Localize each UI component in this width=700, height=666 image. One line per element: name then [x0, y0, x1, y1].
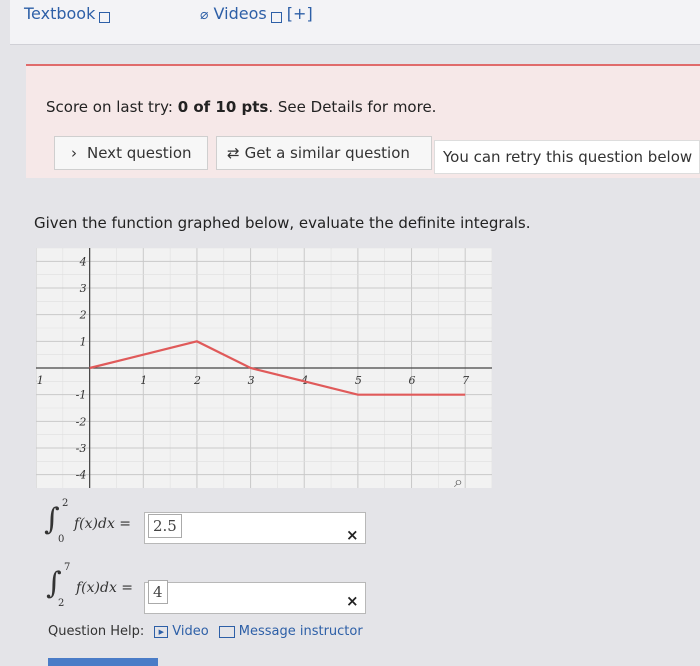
score-suffix: . See Details for more.: [268, 98, 437, 116]
message-instructor-label: Message instructor: [238, 624, 363, 639]
integral-sign: ∫: [46, 566, 62, 601]
graph-svg: -112345674321-1-2-3-4: [33, 247, 493, 488]
answer-input-2[interactable]: 4: [148, 580, 168, 604]
expand-videos-button[interactable]: [+]: [287, 4, 313, 23]
x-tick-label: 5: [355, 374, 362, 387]
help-label: Question Help:: [48, 624, 145, 639]
external-link-icon: ↗: [270, 11, 282, 23]
answer-input-1[interactable]: 2.5: [148, 514, 182, 538]
video-help-link[interactable]: ▶ Video: [154, 624, 209, 639]
y-tick-label: -2: [76, 415, 87, 428]
y-tick-label: 2: [79, 309, 87, 322]
similar-question-label: Get a similar question: [244, 144, 410, 162]
x-tick-label: 1: [140, 374, 147, 387]
paperclip-icon: ⌀: [200, 7, 209, 23]
next-question-label: Next question: [87, 144, 192, 162]
x-tick-label: 3: [248, 374, 255, 387]
textbook-label: Textbook: [24, 4, 96, 23]
x-tick-label: -1: [36, 374, 44, 387]
chevron-right-icon: ›: [71, 144, 77, 162]
integrand: f(x)dx =: [74, 516, 132, 532]
y-tick-label: -4: [76, 469, 87, 482]
incorrect-icon: ×: [346, 526, 359, 544]
refresh-icon: ⇄: [227, 144, 240, 162]
message-instructor-link[interactable]: Message instructor: [218, 624, 363, 639]
textbook-link[interactable]: Textbook↗: [24, 4, 111, 23]
answer-box-2[interactable]: [144, 582, 366, 614]
y-tick-label: 1: [80, 335, 87, 348]
incorrect-icon: ×: [346, 592, 359, 610]
y-tick-label: 3: [80, 282, 87, 295]
y-tick-label: -3: [76, 442, 87, 455]
score-value: 0 of 10 pts: [177, 98, 269, 116]
videos-link[interactable]: ⌀ Videos↗ [+]: [200, 4, 313, 23]
play-icon: ▶: [154, 625, 169, 638]
magnify-icon[interactable]: ⌕: [454, 472, 463, 492]
submit-button-edge[interactable]: [48, 658, 158, 666]
question-help: Question Help: ▶ Video Message instructo…: [48, 624, 363, 639]
y-tick-label: 4: [79, 255, 87, 268]
question-prompt: Given the function graphed below, evalua…: [34, 214, 531, 232]
x-tick-label: 6: [409, 374, 416, 387]
similar-question-button[interactable]: ⇄ Get a similar question: [216, 136, 432, 170]
top-toolbar: Textbook↗ ⌀ Videos↗ [+]: [10, 0, 700, 45]
video-help-label: Video: [172, 624, 209, 639]
function-graph: -112345674321-1-2-3-4: [33, 247, 493, 488]
x-tick-label: 7: [462, 374, 469, 387]
integral-sign: ∫: [44, 502, 60, 537]
videos-label: Videos: [213, 4, 267, 23]
lower-bound: 0: [58, 534, 65, 545]
x-tick-label: 2: [193, 374, 201, 387]
score-text: Score on last try: 0 of 10 pts. See Deta…: [46, 98, 436, 116]
external-link-icon: ↗: [99, 11, 111, 23]
upper-bound: 7: [64, 562, 71, 573]
lower-bound: 2: [58, 598, 65, 609]
y-tick-label: -1: [76, 389, 87, 402]
score-prefix: Score on last try:: [46, 98, 178, 116]
mail-icon: [218, 625, 235, 638]
retry-message: You can retry this question below: [434, 140, 700, 174]
integrand: f(x)dx =: [76, 580, 134, 596]
upper-bound: 2: [62, 498, 69, 509]
next-question-button[interactable]: › Next question: [54, 136, 208, 170]
